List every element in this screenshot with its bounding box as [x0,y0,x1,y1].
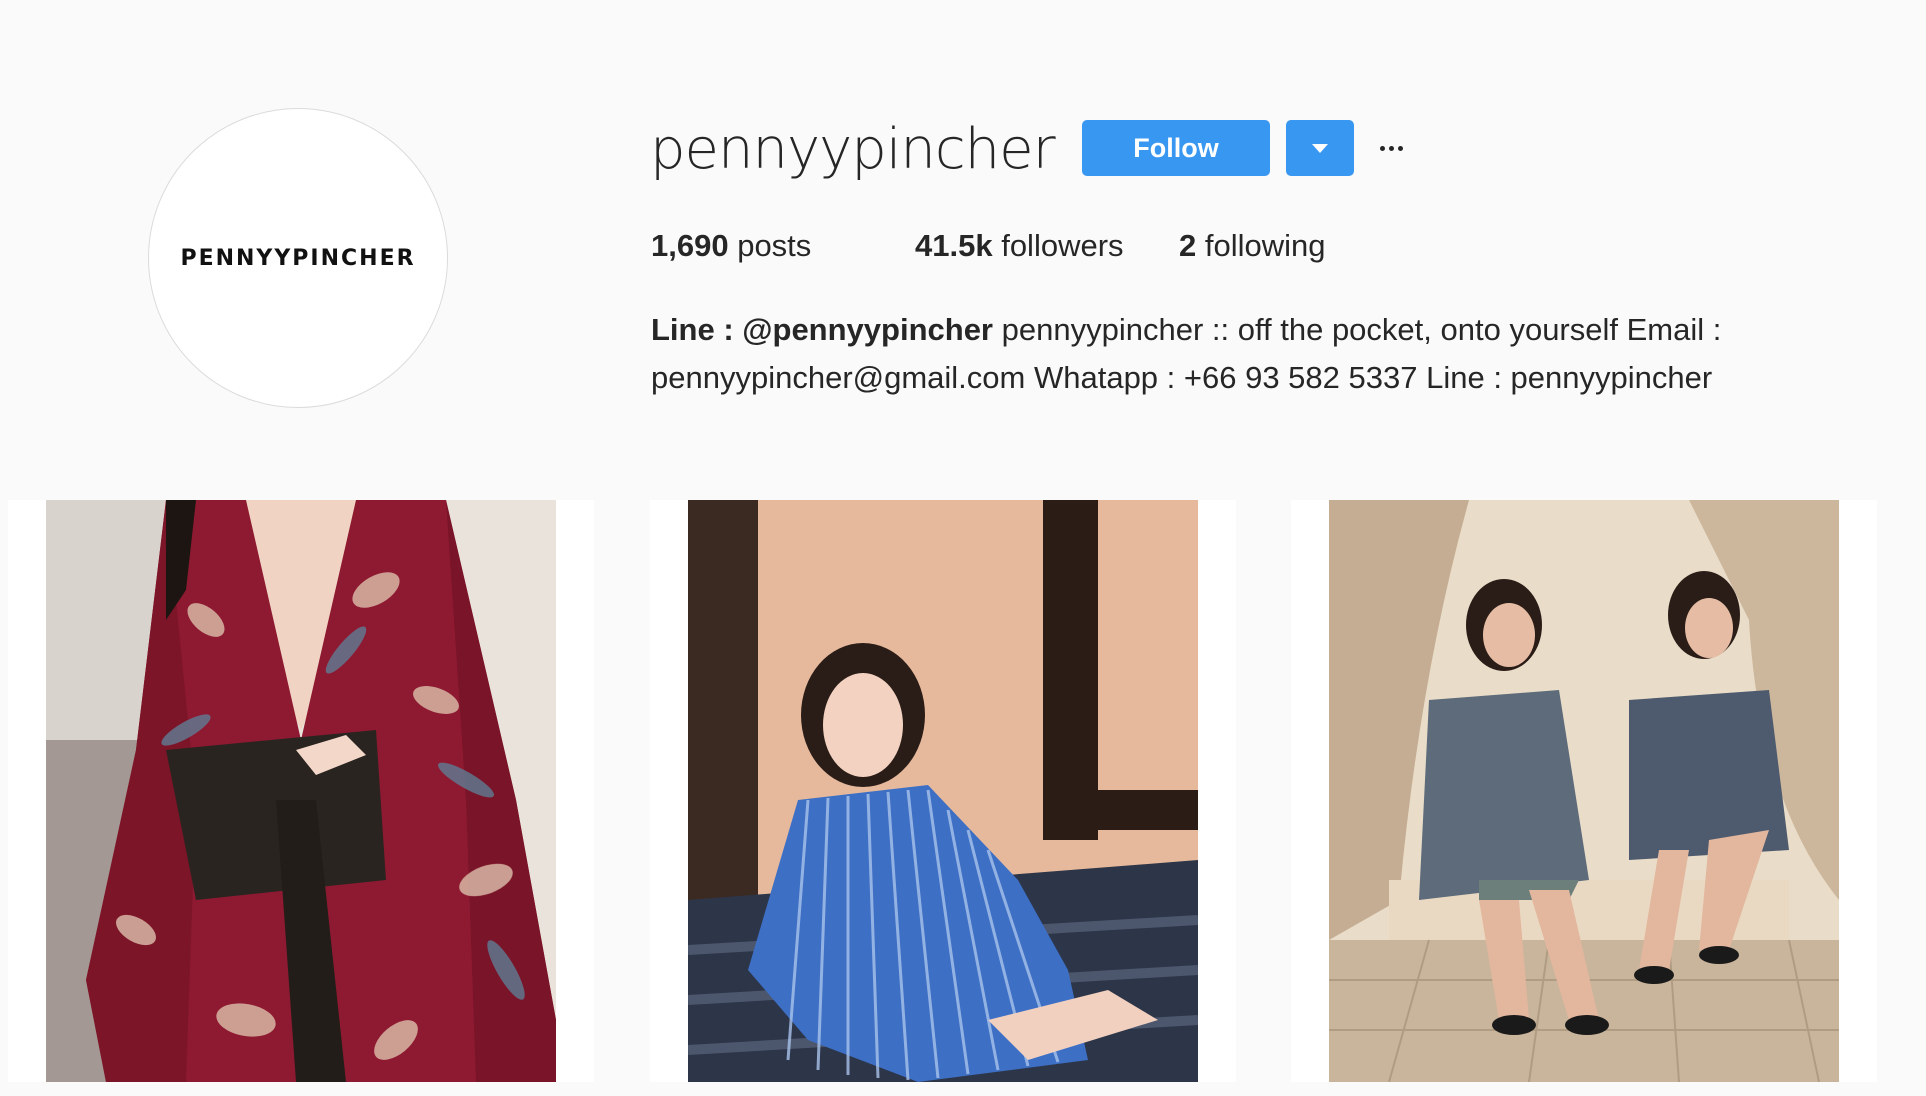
followers-label: followers [1001,228,1124,263]
more-horizontal-icon [1379,145,1403,151]
following-label: following [1204,228,1326,263]
following-count: 2 [1179,228,1197,263]
avatar-logo-text: PENNYYPINCHER [180,245,416,271]
post-thumbnail-3[interactable] [1291,500,1877,1082]
posts-count: 1,690 [651,228,729,263]
more-options-button[interactable] [1376,128,1406,168]
profile-stats: 1,690 posts 41.5k followers 2 following [651,224,1326,268]
bio-text-1: pennyypincher :: off the pocket, onto yo… [1001,312,1722,347]
suggested-dropdown-button[interactable] [1286,120,1354,176]
profile-avatar[interactable]: PENNYYPINCHER [148,108,448,408]
bio-text-2: pennyypincher@gmail.com Whatapp : +66 93… [651,360,1713,395]
caret-down-icon [1312,143,1328,153]
following-stat[interactable]: 2 following [1179,224,1326,268]
post-image-3 [1329,500,1839,1082]
bio-bold-name: Line : @pennyypincher [651,312,993,347]
followers-stat[interactable]: 41.5k followers [915,224,1179,268]
post-thumbnail-1[interactable] [8,500,594,1082]
posts-stat: 1,690 posts [651,224,915,268]
profile-username: pennyypincher [650,117,1056,182]
post-thumbnail-2[interactable] [650,500,1236,1082]
profile-page: PENNYYPINCHER pennyypincher Follow 1,690… [0,0,1926,1096]
post-image-2 [688,500,1198,1082]
posts-label: posts [737,228,812,263]
bio-line-1: Line : @pennyypincher pennyypincher :: o… [651,306,1891,354]
profile-bio: Line : @pennyypincher pennyypincher :: o… [651,306,1891,402]
followers-count: 41.5k [915,228,993,263]
follow-button[interactable]: Follow [1082,120,1270,176]
post-image-1 [46,500,556,1082]
